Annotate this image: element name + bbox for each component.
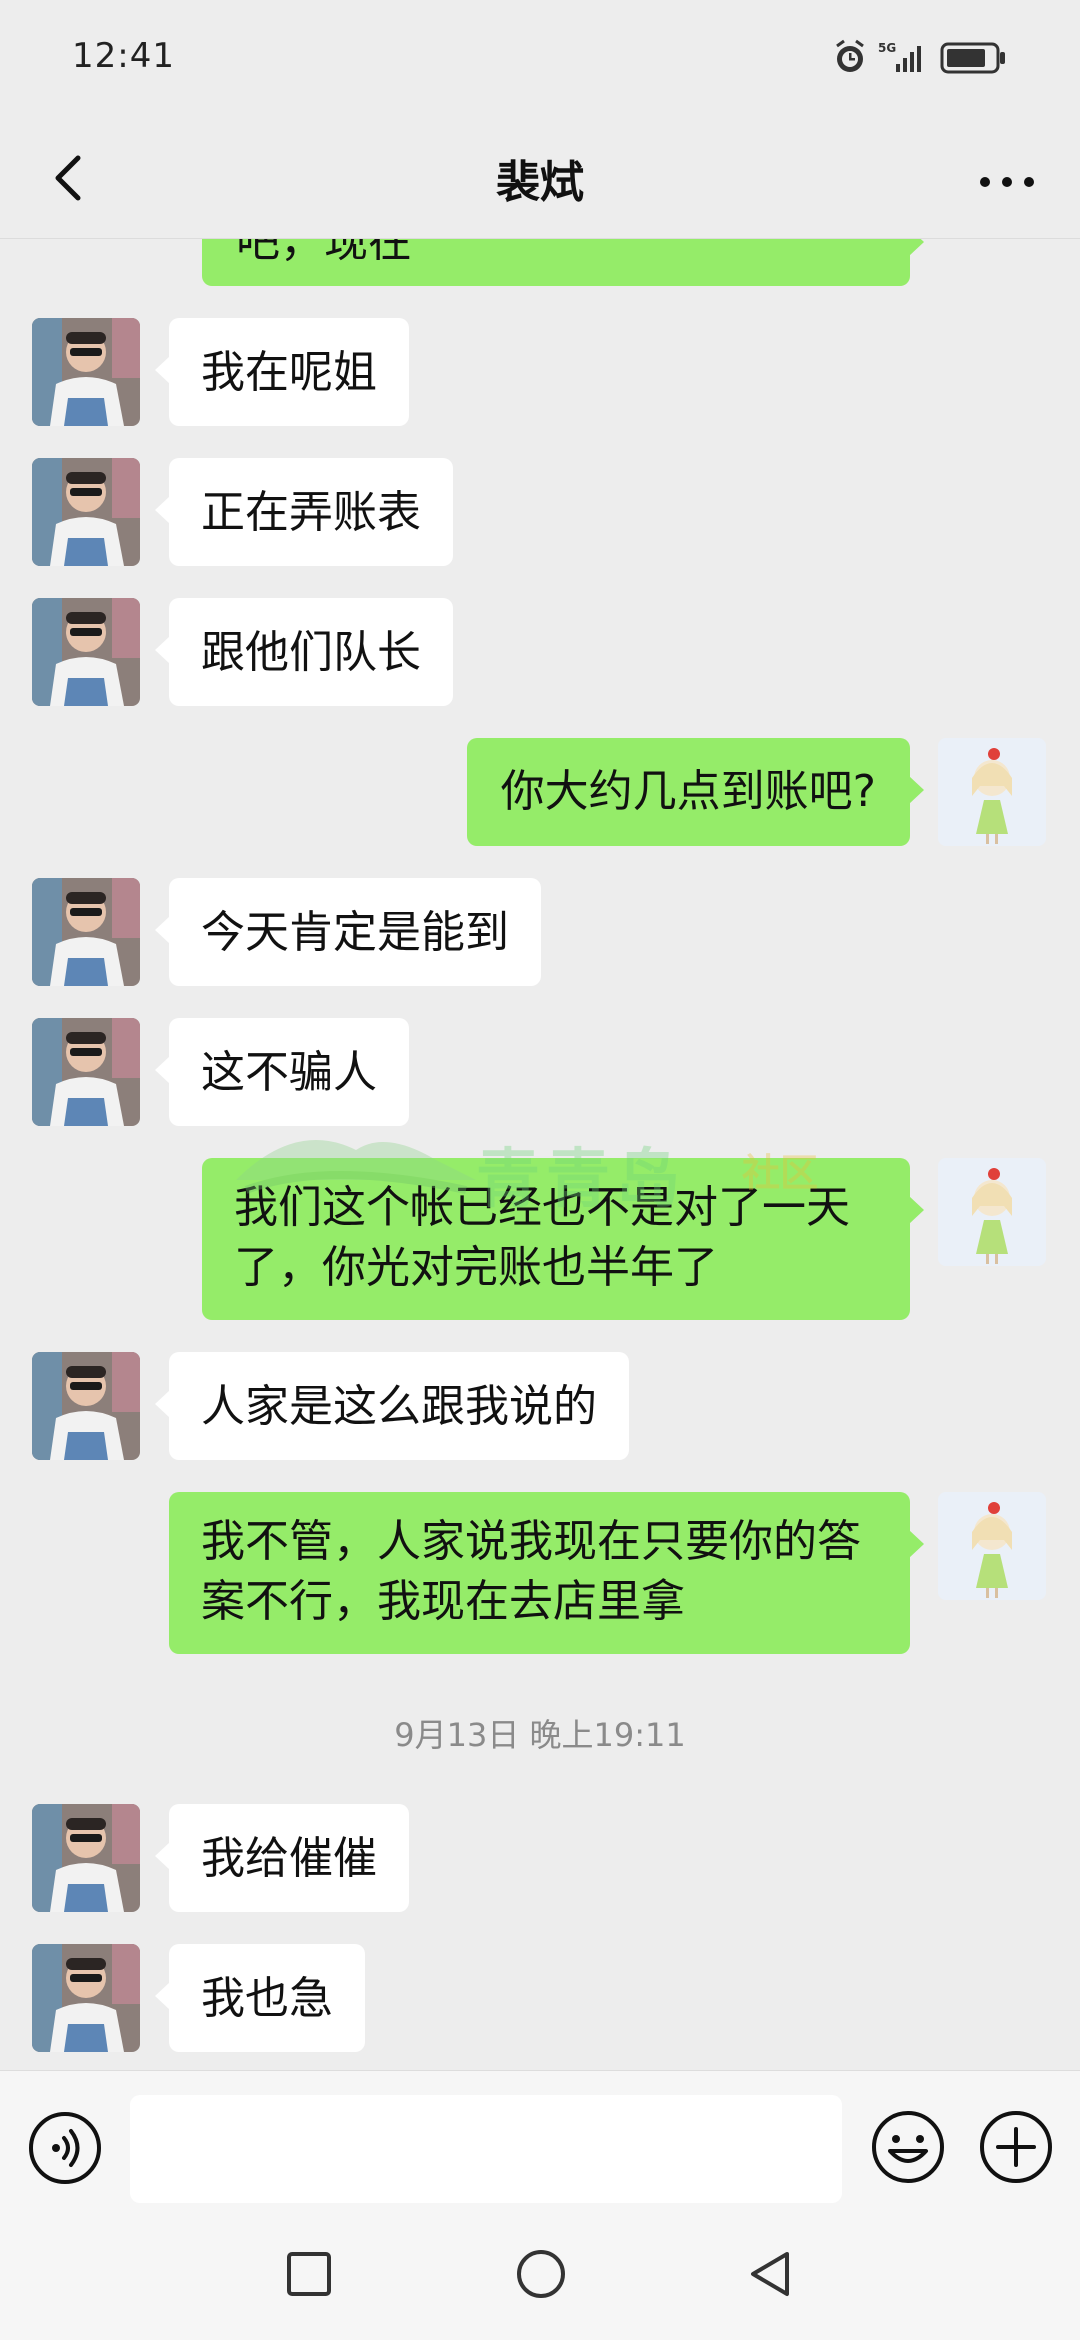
my-avatar-image (938, 1158, 1046, 1266)
contact-avatar-image (32, 458, 140, 566)
message-bubble-incoming[interactable]: 今天肯定是能到 (155, 878, 541, 986)
message-text: 跟他们队长 (201, 627, 421, 678)
home-button[interactable] (515, 2248, 567, 2300)
message-bubble-outgoing[interactable]: 我不管，人家说我现在只要你的答案不行，我现在去店里拿 (169, 1492, 924, 1654)
message-text: 你大约几点到账吧? (500, 766, 876, 817)
message-timestamp: 9月13日 晚上19:11 (394, 1716, 686, 1754)
contact-avatar[interactable] (32, 598, 140, 706)
message-text: 我给催催 (201, 1833, 377, 1884)
message-input-bar (0, 2070, 1080, 2211)
my-avatar[interactable] (938, 1492, 1046, 1600)
my-avatar[interactable] (938, 738, 1046, 846)
contact-avatar[interactable] (32, 1018, 140, 1126)
more-dots-icon (980, 177, 1034, 187)
contact-avatar-image (32, 1804, 140, 1912)
contact-avatar-image (32, 1944, 140, 2052)
contact-avatar[interactable] (32, 1944, 140, 2052)
message-bubble-incoming[interactable]: 我也急 (155, 1944, 365, 2052)
chat-title: 裴烒 (496, 157, 584, 208)
message-text: 人家是这么跟我说的 (201, 1381, 597, 1432)
chat-message-list[interactable]: 吧，现在 我在呢姐 正在弄账表 跟他们队长 你大约几点到账吧? 今天肯定是能到 … (0, 0, 1080, 2070)
more-options-button[interactable] (972, 148, 1042, 208)
recent-apps-icon (287, 2252, 331, 2296)
message-text: 这不骗人 (201, 1047, 377, 1098)
recent-apps-button[interactable] (285, 2250, 333, 2298)
message-bubble-outgoing[interactable]: 你大约几点到账吧? (466, 738, 925, 846)
chat-header: 裴烒 (0, 120, 1080, 239)
message-bubble-incoming[interactable]: 正在弄账表 (155, 458, 453, 566)
message-bubble-outgoing[interactable]: 我们这个帐已经也不是对了一天了，你光对完账也半年了 (202, 1158, 924, 1320)
message-text: 正在弄账表 (201, 487, 421, 538)
emoji-button[interactable] (870, 2109, 946, 2185)
contact-avatar-image (32, 598, 140, 706)
contact-avatar[interactable] (32, 1804, 140, 1912)
emoji-icon (872, 2111, 944, 2183)
contact-avatar[interactable] (32, 318, 140, 426)
voice-icon (29, 2112, 101, 2184)
message-text: 我也急 (201, 1973, 333, 2024)
back-icon (751, 2252, 789, 2296)
contact-avatar[interactable] (32, 878, 140, 986)
message-text: 我在呢姐 (201, 347, 377, 398)
plus-icon (980, 2111, 1052, 2183)
message-text: 我们这个帐已经也不是对了一天了，你光对完账也半年了 (234, 1182, 850, 1293)
message-text: 我不管，人家说我现在只要你的答案不行，我现在去店里拿 (201, 1516, 861, 1627)
message-bubble-incoming[interactable]: 我给催催 (155, 1804, 409, 1912)
contact-avatar-image (32, 878, 140, 986)
message-bubble-incoming[interactable]: 这不骗人 (155, 1018, 409, 1126)
system-back-button[interactable] (745, 2248, 797, 2300)
contact-avatar[interactable] (32, 1352, 140, 1460)
voice-input-button[interactable] (28, 2111, 102, 2185)
my-avatar[interactable] (938, 1158, 1046, 1266)
contact-avatar-image (32, 318, 140, 426)
message-bubble-incoming[interactable]: 我在呢姐 (155, 318, 409, 426)
system-nav-bar (0, 2210, 1080, 2340)
contact-avatar-image (32, 1018, 140, 1126)
my-avatar-image (938, 738, 1046, 846)
message-text-input[interactable] (130, 2095, 842, 2203)
message-bubble-incoming[interactable]: 人家是这么跟我说的 (155, 1352, 629, 1460)
message-text: 今天肯定是能到 (201, 907, 509, 958)
my-avatar-image (938, 1492, 1046, 1600)
more-functions-button[interactable] (978, 2109, 1054, 2185)
contact-avatar-image (32, 1352, 140, 1460)
message-bubble-incoming[interactable]: 跟他们队长 (155, 598, 453, 706)
contact-avatar[interactable] (32, 458, 140, 566)
home-icon (517, 2250, 565, 2298)
